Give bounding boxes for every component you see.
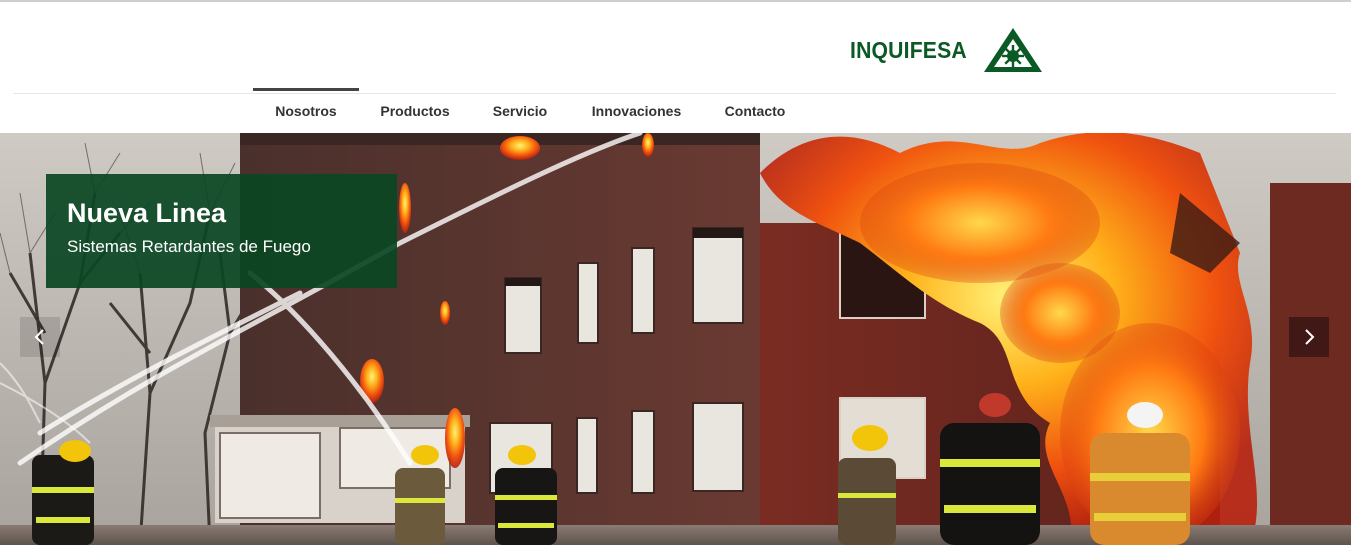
brand-triangle-icon [984, 28, 1042, 72]
slider-next-button[interactable] [1289, 317, 1329, 357]
nav-item-label: Servicio [492, 102, 548, 119]
nav-item-servicio[interactable]: Servicio [471, 88, 569, 133]
nav-item-contacto[interactable]: Contacto [704, 88, 806, 133]
nav-item-label: Innovaciones [591, 102, 682, 119]
nav-item-label: Contacto [724, 102, 786, 119]
nav-item-nosotros[interactable]: Nosotros [253, 88, 359, 133]
chevron-left-icon [34, 329, 44, 345]
nav-item-label: Nosotros [275, 102, 337, 119]
nav-item-label: Productos [380, 102, 450, 119]
slide-caption-title: Nueva Linea [67, 198, 227, 228]
brand-name: INQUIFESA [850, 36, 967, 63]
slide-caption: Nueva Linea Sistemas Retardantes de Fueg… [46, 174, 397, 288]
chevron-right-icon [1305, 329, 1315, 345]
slider-prev-button[interactable] [20, 317, 60, 357]
slide-caption-subtitle: Sistemas Retardantes de Fuego [67, 237, 311, 256]
nav-item-innovaciones[interactable]: Innovaciones [569, 88, 704, 133]
main-nav: Nosotros Productos Servicio Innovaciones… [253, 88, 806, 133]
nav-item-productos[interactable]: Productos [359, 88, 471, 133]
brand-logo[interactable]: INQUIFESA [850, 26, 1042, 74]
